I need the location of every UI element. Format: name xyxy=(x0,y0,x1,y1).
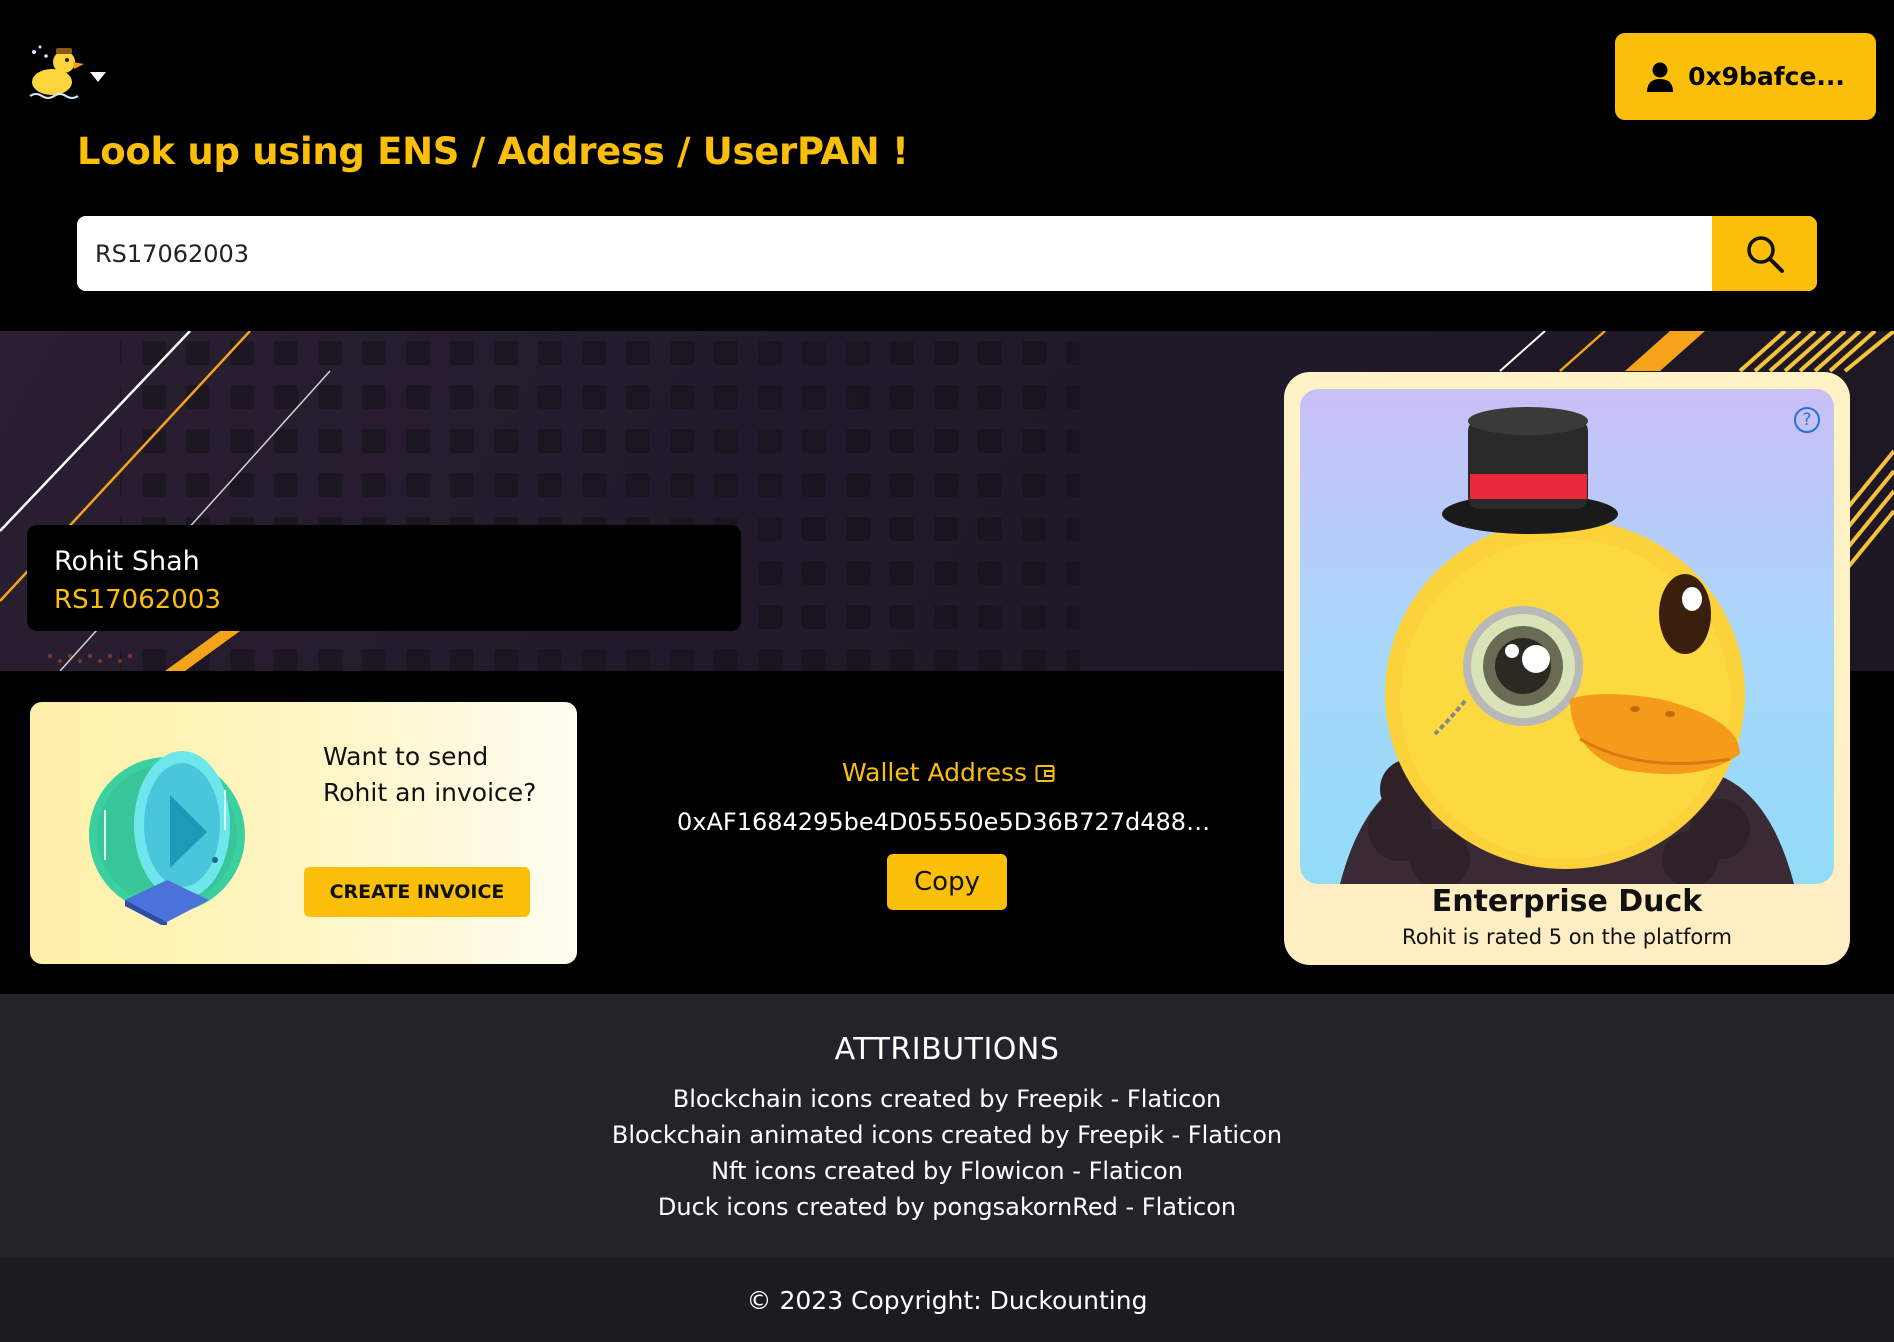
search-bar xyxy=(77,216,1817,291)
user-icon xyxy=(1647,62,1674,92)
create-invoice-button[interactable]: CREATE INVOICE xyxy=(304,867,530,917)
attribution-line[interactable]: Duck icons created by pongsakornRed - Fl… xyxy=(0,1189,1894,1225)
chevron-down-icon xyxy=(90,72,106,82)
attributions-heading: ATTRIBUTIONS xyxy=(834,1032,1060,1067)
blockchain-coin-icon xyxy=(89,751,245,925)
page-title: Look up using ENS / Address / UserPAN ! xyxy=(77,130,909,173)
wallet-address-label-text: Wallet Address xyxy=(842,758,1028,787)
wallet-address-label: Wallet Address xyxy=(842,758,1055,787)
attributions-section: ATTRIBUTIONS Blockchain icons created by… xyxy=(0,994,1894,1258)
nft-rating-text: Rohit is rated 5 on the platform xyxy=(1402,925,1732,949)
wallet-address-value: 0xAF1684295be4D05550e5D36B727d488f79... xyxy=(677,808,1217,836)
nft-title: Enterprise Duck xyxy=(1431,884,1703,919)
attribution-line[interactable]: Nft icons created by Flowicon - Flaticon xyxy=(0,1153,1894,1189)
nft-duck-image: ? xyxy=(1300,389,1834,884)
account-button[interactable]: 0x9bafce... xyxy=(1615,33,1876,120)
duck-illustration xyxy=(1340,407,1794,884)
duck-logo-icon xyxy=(29,45,84,99)
search-button[interactable] xyxy=(1712,216,1817,291)
copyright-footer: © 2023 Copyright: Duckounting xyxy=(0,1258,1894,1342)
search-input[interactable] xyxy=(77,216,1712,291)
invoice-prompt: Want to send Rohit an invoice? xyxy=(323,742,537,807)
attribution-line[interactable]: Blockchain animated icons created by Fre… xyxy=(0,1117,1894,1153)
profile-card: Rohit Shah RS17062003 xyxy=(27,525,741,631)
search-icon xyxy=(1746,235,1784,273)
copyright-text: © 2023 Copyright: Duckounting xyxy=(746,1285,1148,1315)
attribution-line[interactable]: Blockchain icons created by Freepik - Fl… xyxy=(0,1081,1894,1117)
profile-user-pan: RS17062003 xyxy=(54,585,221,615)
invoice-card: Want to send Rohit an invoice? CREATE IN… xyxy=(30,702,577,964)
wallet-icon xyxy=(1035,764,1055,782)
profile-name: Rohit Shah xyxy=(54,546,200,577)
duck-logo-menu[interactable] xyxy=(26,42,116,102)
copy-button[interactable]: Copy xyxy=(887,854,1007,910)
account-address: 0x9bafce... xyxy=(1688,62,1845,91)
help-icon[interactable]: ? xyxy=(1794,407,1820,433)
nft-card: ? Enterprise Duck Rohit is rated 5 on th… xyxy=(1284,372,1850,965)
